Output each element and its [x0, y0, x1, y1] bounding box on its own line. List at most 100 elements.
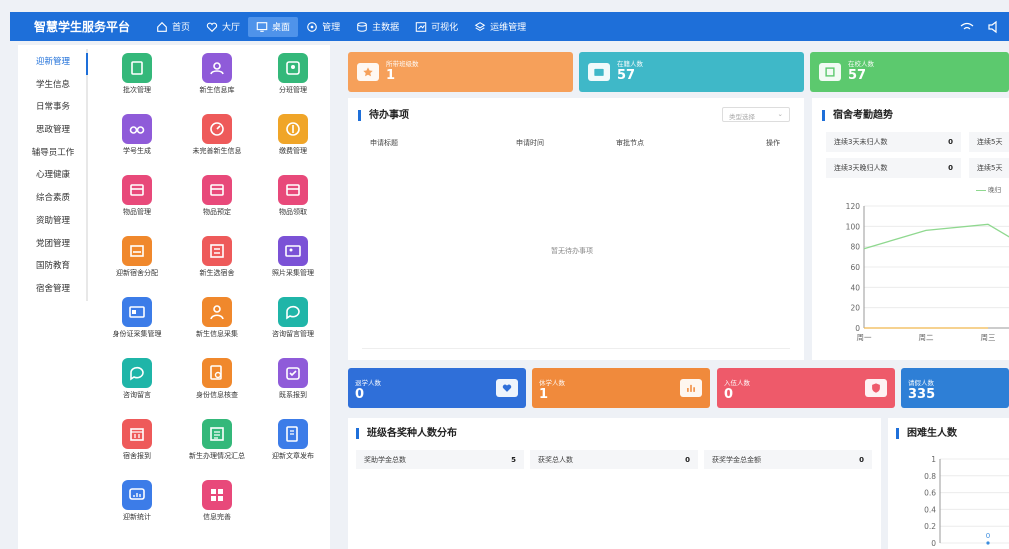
stat-card[interactable]: 在籍人数 57 — [579, 52, 804, 92]
stat-value: 57 — [848, 68, 867, 83]
tile-label: 迎新文章发布 — [272, 452, 314, 460]
type-select[interactable]: 类型选择 ⌄ — [722, 107, 790, 122]
app-tile[interactable]: 迎新统计 — [98, 480, 176, 541]
tile-label: 迎新宿舍分配 — [116, 269, 158, 277]
app-tile[interactable]: 迎新宿舍分配 — [98, 236, 176, 297]
app-tile[interactable]: 物品领取 — [258, 175, 328, 236]
nav-settings[interactable]: 管理 — [298, 17, 348, 37]
tile-label: 物品管理 — [123, 208, 151, 216]
difficult-title: 困难生人数 — [896, 428, 957, 439]
top-bar: 智慧学生服务平台 首页 大厅 桌面 管理 主数据 可视化 运维管理 — [10, 12, 1009, 41]
nav-label: 桌面 — [272, 23, 291, 33]
app-tile-grid: 批次管理 新生信息库 分班管理学号生成 未完善新生信息 缴费管理物品管理 物品预定 物品领取… — [98, 53, 328, 541]
sidebar-item-2[interactable]: 日常事务 — [18, 96, 88, 119]
gauge-icon — [210, 122, 224, 136]
stat-value: 57 — [617, 68, 636, 83]
col-action: 操作 — [766, 139, 780, 147]
tile-label: 分班管理 — [279, 86, 307, 94]
database-icon — [357, 21, 367, 32]
stat-value: 1 — [539, 387, 549, 402]
nav-chart[interactable]: 可视化 — [407, 17, 466, 37]
sidebar-item-5[interactable]: 心理健康 — [18, 164, 88, 187]
sidebar-item-0[interactable]: 迎新管理 — [18, 51, 88, 74]
heart-hand-icon — [502, 384, 512, 392]
attendance-line-chart: 0 20 40 60 80 100 120 周一 周二 周三 — [846, 202, 1009, 342]
app-tile[interactable]: 咨询留言 — [98, 358, 176, 419]
kv-5day-late: 连续5天 — [969, 158, 1009, 178]
stat-card[interactable]: 休学人数 1 — [532, 368, 710, 408]
tile-label: 既系报到 — [279, 391, 307, 399]
col-title: 申请标题 — [370, 139, 398, 147]
app-tile[interactable]: 新生信息库 — [176, 53, 258, 114]
checkin-icon — [286, 367, 300, 380]
tile-icon-box — [202, 419, 232, 449]
app-tile[interactable]: 物品管理 — [98, 175, 176, 236]
nav-layers[interactable]: 运维管理 — [466, 17, 534, 37]
app-tile[interactable]: 既系报到 — [258, 358, 328, 419]
app-tile[interactable]: 身份信息核查 — [176, 358, 258, 419]
tile-label: 新生选宿舍 — [199, 269, 235, 277]
stat-value: 0 — [724, 387, 734, 402]
app-tile[interactable]: 身份证采集管理 — [98, 297, 176, 358]
app-tile[interactable]: 学号生成 — [98, 114, 176, 175]
y-tick-label: 100 — [846, 222, 861, 231]
calendar-icon — [130, 428, 144, 441]
sidebar-item-1[interactable]: 学生信息 — [18, 74, 88, 97]
app-tile[interactable]: 新生信息采集 — [176, 297, 258, 358]
tile-label: 物品领取 — [279, 208, 307, 216]
home-icon — [157, 21, 167, 32]
x-tick-label: 周二 — [919, 333, 934, 342]
image-icon — [285, 245, 301, 257]
app-tile[interactable]: 批次管理 — [98, 53, 176, 114]
app-tile[interactable]: 迎新文章发布 — [258, 419, 328, 480]
tile-label: 缴费管理 — [279, 147, 307, 155]
attendance-title: 宿舍考勤趋势 — [822, 110, 893, 121]
chat-icon — [286, 305, 300, 320]
wifi-icon[interactable] — [959, 20, 975, 34]
stat-card[interactable]: 请假人数 335 — [901, 368, 1009, 408]
app-tile[interactable]: 物品预定 — [176, 175, 258, 236]
nav-home[interactable]: 首页 — [148, 17, 198, 37]
app-tile[interactable]: 照片采集管理 — [258, 236, 328, 297]
nav-desktop[interactable]: 桌面 — [248, 16, 299, 37]
sidebar-item-6[interactable]: 综合素质 — [18, 187, 88, 210]
sidebar-item-3[interactable]: 思政管理 — [18, 119, 88, 142]
tile-label: 咨询留言 — [123, 391, 151, 399]
sidebar-item-10[interactable]: 宿舍管理 — [18, 278, 88, 301]
sidebar-item-4[interactable]: 辅导员工作 — [18, 142, 88, 165]
stat-label: 休学人数 — [539, 379, 565, 387]
stat-card[interactable]: 所带班级数 1 — [348, 52, 573, 92]
app-tile[interactable]: 宿舍报到 — [98, 419, 176, 480]
stat-card[interactable]: 在校人数 57 — [810, 52, 1009, 92]
y-tick-label: 40 — [850, 283, 860, 292]
app-tile[interactable]: 未完善新生信息 — [176, 114, 258, 175]
app-tile[interactable]: 缴费管理 — [258, 114, 328, 175]
app-tile[interactable]: 咨询留言管理 — [258, 297, 328, 358]
y-tick-label: 0 — [931, 539, 936, 548]
tile-icon-box — [122, 53, 152, 83]
stat-value: 0 — [355, 387, 365, 402]
app-tile[interactable]: 新生选宿舍 — [176, 236, 258, 297]
nav-database[interactable]: 主数据 — [348, 17, 407, 37]
sidebar-item-8[interactable]: 党团管理 — [18, 233, 88, 256]
awards-panel: 班级各奖种人数分布 奖助学金总数 5 获奖总人数 0 获奖学金总金额 0 — [348, 418, 881, 549]
speaker-icon[interactable] — [987, 20, 1003, 34]
kv-3day-absent: 连续3天未归人数 0 — [826, 132, 961, 152]
y-tick-label: 60 — [850, 263, 860, 272]
app-tile[interactable]: 信息完善 — [176, 480, 258, 541]
nav-heart[interactable]: 大厅 — [198, 17, 248, 37]
tile-label: 未完善新生信息 — [192, 147, 242, 155]
app-tile[interactable]: 新生办理情况汇总 — [176, 419, 258, 480]
settings-icon — [307, 21, 317, 32]
sidebar-item-7[interactable]: 资助管理 — [18, 210, 88, 233]
stat-card[interactable]: 退学人数 0 — [348, 368, 526, 408]
chart-icon — [415, 21, 427, 32]
y-tick-label: 0 — [855, 324, 860, 333]
stat-label: 在校人数 — [848, 60, 874, 68]
stat-card[interactable]: 入伍人数 0 — [717, 368, 895, 408]
app-tile[interactable]: 分班管理 — [258, 53, 328, 114]
sidebar-item-9[interactable]: 国防教育 — [18, 255, 88, 278]
awards-title: 班级各奖种人数分布 — [356, 428, 457, 439]
table-divider — [362, 348, 790, 349]
user-icon — [210, 305, 224, 320]
